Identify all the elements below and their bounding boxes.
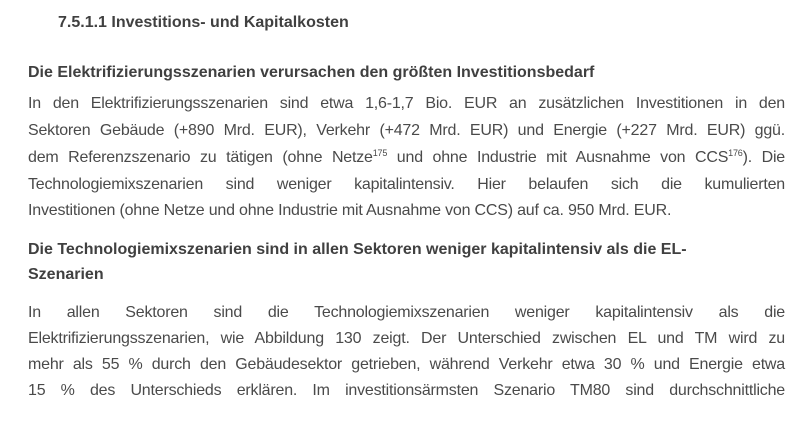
paragraph-line: dem Referenzszenario zu tätigen (ohne Ne…	[28, 149, 785, 167]
subheading-technologymix: Die Technologiemixszenarien sind in alle…	[28, 241, 687, 258]
subheading-technologymix-cont: Szenarien	[28, 266, 104, 283]
footnote-176[interactable]: 176	[728, 148, 743, 158]
footnote-175[interactable]: 175	[373, 148, 388, 158]
paragraph-line: Investitionen (ohne Netze und ohne Indus…	[28, 202, 672, 219]
paragraph-line: Technologiemixszenarien sind weniger kap…	[28, 176, 785, 193]
paragraph-line: In allen Sektoren sind die Technologiemi…	[28, 304, 785, 321]
paragraph-line: Elektrifizierungsszenarien, wie Abbildun…	[28, 330, 785, 347]
text: ). Die	[742, 149, 786, 166]
section-heading: 7.5.1.1 Investitions- und Kapitalkosten	[58, 14, 349, 31]
text: und ohne Industrie mit Ausnahme von CCS	[387, 149, 729, 166]
paragraph-line: 15 % des Unterschieds erklären. Im inves…	[28, 382, 785, 399]
paragraph-line: mehr als 55 % durch den Gebäudesektor ge…	[28, 356, 785, 373]
paragraph-line: In den Elektrifizierungsszenarien sind e…	[28, 95, 785, 112]
subheading-electrification: Die Elektrifizierungsszenarien verursach…	[28, 64, 595, 81]
text: dem Referenzszenario zu tätigen (ohne Ne…	[28, 149, 373, 166]
paragraph-line: Sektoren Gebäude (+890 Mrd. EUR), Verkeh…	[28, 122, 785, 139]
